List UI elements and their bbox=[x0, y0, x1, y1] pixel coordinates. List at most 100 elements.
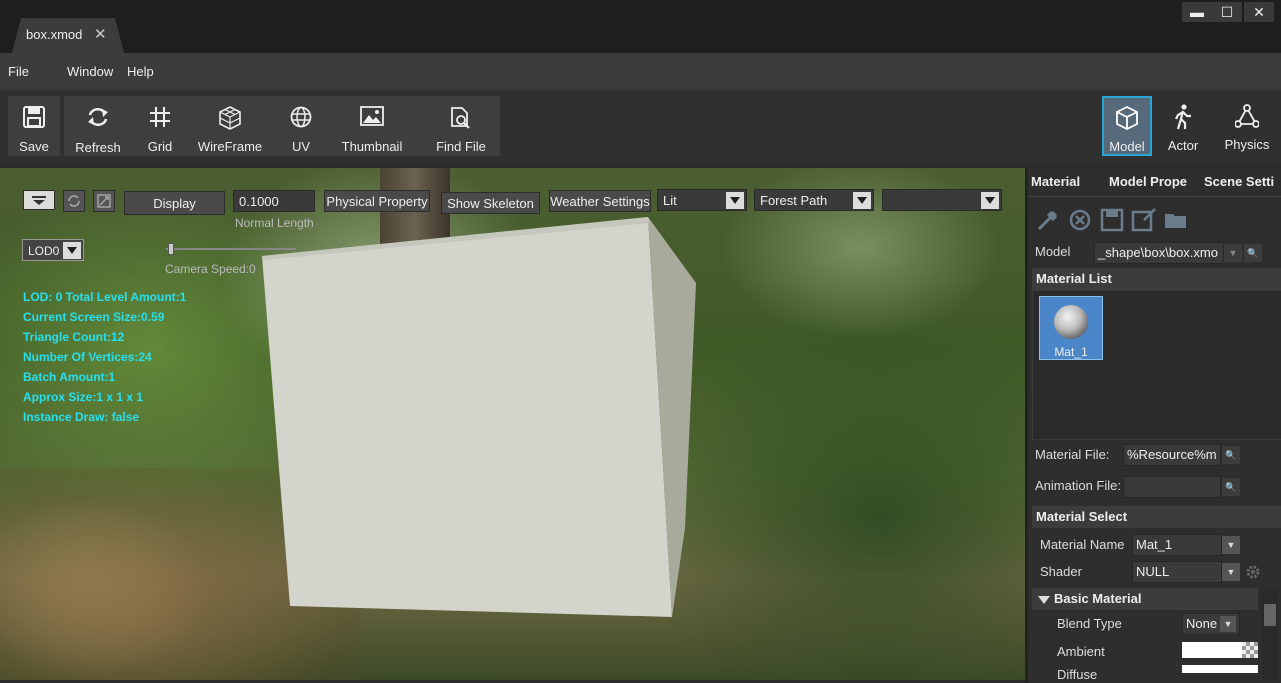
dropdown-triangle-icon bbox=[32, 196, 46, 205]
weather-settings-button[interactable]: Weather Settings bbox=[549, 190, 651, 212]
stat-triangle-count: Triangle Count:12 bbox=[23, 330, 125, 344]
scrollbar-track[interactable] bbox=[1262, 588, 1278, 680]
tab-close-icon[interactable]: ✕ bbox=[94, 25, 107, 43]
chevron-down-icon[interactable]: ▼ bbox=[1222, 536, 1240, 554]
tab-material[interactable]: Material bbox=[1031, 174, 1080, 189]
stat-batch-amount: Batch Amount:1 bbox=[23, 370, 116, 384]
maximize-button[interactable]: ☐ bbox=[1212, 2, 1242, 22]
search-icon[interactable]: 🔍 bbox=[1244, 244, 1262, 262]
animation-file-label: Animation File: bbox=[1035, 478, 1121, 493]
tab-scene-settings[interactable]: Scene Setti bbox=[1204, 174, 1274, 189]
chevron-down-icon: ▼ bbox=[1220, 616, 1236, 632]
menu-window[interactable]: Window bbox=[67, 64, 113, 79]
material-thumbnail[interactable]: Mat_1 bbox=[1039, 296, 1103, 360]
camera-speed-slider-track[interactable] bbox=[166, 248, 296, 250]
document-tab[interactable]: box.xmod ✕ bbox=[12, 18, 124, 53]
save-icon bbox=[23, 106, 45, 128]
tab-model-properties[interactable]: Model Prope bbox=[1109, 174, 1187, 189]
lighting-mode-select[interactable]: Lit bbox=[657, 189, 747, 211]
search-icon[interactable]: 🔍 bbox=[1222, 478, 1240, 496]
camera-speed-label: Camera Speed:0 bbox=[165, 262, 256, 276]
thumbnail-button[interactable]: Thumbnail bbox=[334, 96, 410, 156]
physics-label: Physics bbox=[1224, 137, 1270, 152]
basic-material-header[interactable]: Basic Material bbox=[1032, 588, 1258, 610]
chevron-down-icon[interactable]: ▼ bbox=[1224, 244, 1242, 262]
environment-select[interactable]: Forest Path bbox=[754, 189, 874, 211]
normal-length-label: Normal Length bbox=[235, 216, 314, 230]
reset-camera-button[interactable] bbox=[63, 190, 85, 212]
animation-file-field[interactable] bbox=[1123, 476, 1221, 498]
toolbar-group-view: Refresh Grid WireFrame UV Thumbnail Find… bbox=[64, 96, 500, 156]
cube-icon bbox=[1116, 106, 1138, 130]
grid-button[interactable]: Grid bbox=[134, 96, 186, 156]
material-sphere-icon bbox=[1054, 305, 1088, 339]
open-folder-icon[interactable] bbox=[1162, 206, 1190, 234]
find-file-button[interactable]: Find File bbox=[426, 96, 496, 156]
window-close-button[interactable]: ✕ bbox=[1244, 2, 1274, 22]
save-button[interactable]: Save bbox=[8, 96, 60, 156]
wireframe-label: WireFrame bbox=[197, 139, 263, 154]
wireframe-button[interactable]: WireFrame bbox=[194, 96, 266, 156]
refresh-label: Refresh bbox=[75, 140, 121, 155]
material-name-value: Mat_1 bbox=[1136, 537, 1173, 552]
toolbar-group-mode: Model Actor Physics bbox=[1102, 96, 1278, 156]
actor-mode-button[interactable]: Actor bbox=[1158, 96, 1208, 156]
material-name-label: Material Name bbox=[1040, 537, 1125, 552]
eyedropper-icon[interactable] bbox=[1034, 206, 1062, 234]
display-button[interactable]: Display bbox=[124, 191, 225, 215]
gear-icon[interactable] bbox=[1245, 564, 1261, 580]
material-name-select[interactable]: Mat_1 bbox=[1132, 534, 1222, 556]
ambient-color-swatch[interactable] bbox=[1182, 642, 1258, 658]
menu-bar: File Window Help bbox=[0, 53, 1281, 90]
chevron-down-icon bbox=[63, 242, 81, 259]
viewport-menu-button[interactable] bbox=[23, 190, 55, 210]
extra-select[interactable] bbox=[882, 189, 1002, 211]
normal-length-input[interactable]: 0.1000 bbox=[233, 190, 315, 212]
toolbar: Save Refresh Grid WireFrame UV Thumbnail… bbox=[0, 90, 1281, 164]
blend-type-value: None bbox=[1186, 616, 1218, 631]
actor-label: Actor bbox=[1167, 138, 1199, 153]
save-material-icon[interactable] bbox=[1098, 206, 1126, 234]
menu-help[interactable]: Help bbox=[127, 64, 154, 79]
diffuse-label: Diffuse bbox=[1057, 667, 1098, 682]
minimize-button[interactable]: ▬ bbox=[1182, 2, 1212, 22]
3d-viewport[interactable]: Display 0.1000 Normal Length Physical Pr… bbox=[0, 168, 1025, 680]
save-as-icon[interactable] bbox=[1130, 206, 1158, 234]
physical-property-button[interactable]: Physical Property bbox=[324, 190, 430, 212]
gizmo-toggle-button[interactable] bbox=[93, 190, 115, 212]
chevron-down-icon[interactable]: ▼ bbox=[1222, 563, 1240, 581]
stat-screen-size: Current Screen Size:0.59 bbox=[23, 310, 165, 324]
camera-speed-slider-handle[interactable] bbox=[168, 243, 174, 255]
chevron-down-icon bbox=[853, 192, 871, 209]
wireframe-cube-icon bbox=[219, 106, 241, 130]
show-skeleton-button[interactable]: Show Skeleton bbox=[441, 192, 540, 214]
material-thumbnail-label: Mat_1 bbox=[1054, 345, 1088, 359]
physics-nodes-icon bbox=[1235, 104, 1259, 128]
model-label: Model bbox=[1109, 139, 1145, 154]
material-file-label: Material File: bbox=[1035, 447, 1110, 462]
collapse-triangle-icon bbox=[1038, 596, 1050, 604]
shader-value: NULL bbox=[1136, 564, 1170, 579]
scrollbar-thumb[interactable] bbox=[1264, 604, 1276, 626]
model-path-field[interactable]: _shape\box\box.xmo bbox=[1094, 242, 1224, 264]
blend-type-select[interactable]: None ▼ bbox=[1182, 613, 1240, 635]
lod-select[interactable]: LOD0 bbox=[22, 239, 84, 261]
uv-button[interactable]: UV bbox=[276, 96, 326, 156]
thumbnail-label: Thumbnail bbox=[341, 139, 403, 154]
diffuse-color-swatch[interactable] bbox=[1182, 665, 1258, 673]
material-file-field[interactable]: %Resource%m bbox=[1123, 444, 1221, 466]
uv-label: UV bbox=[291, 139, 311, 154]
box-model[interactable] bbox=[0, 168, 1025, 680]
menu-file[interactable]: File bbox=[8, 64, 29, 79]
physics-mode-button[interactable]: Physics bbox=[1216, 96, 1278, 156]
transform-icon bbox=[97, 194, 111, 208]
revert-icon[interactable] bbox=[1066, 206, 1094, 234]
find-file-icon bbox=[451, 107, 470, 129]
shader-select[interactable]: NULL bbox=[1132, 561, 1222, 583]
grid-label: Grid bbox=[147, 139, 173, 154]
stat-instance-draw: Instance Draw: false bbox=[23, 410, 140, 424]
search-icon[interactable]: 🔍 bbox=[1222, 446, 1240, 464]
model-mode-button[interactable]: Model bbox=[1102, 96, 1152, 156]
lod-value: LOD0 bbox=[28, 244, 60, 258]
refresh-button[interactable]: Refresh bbox=[66, 96, 130, 156]
